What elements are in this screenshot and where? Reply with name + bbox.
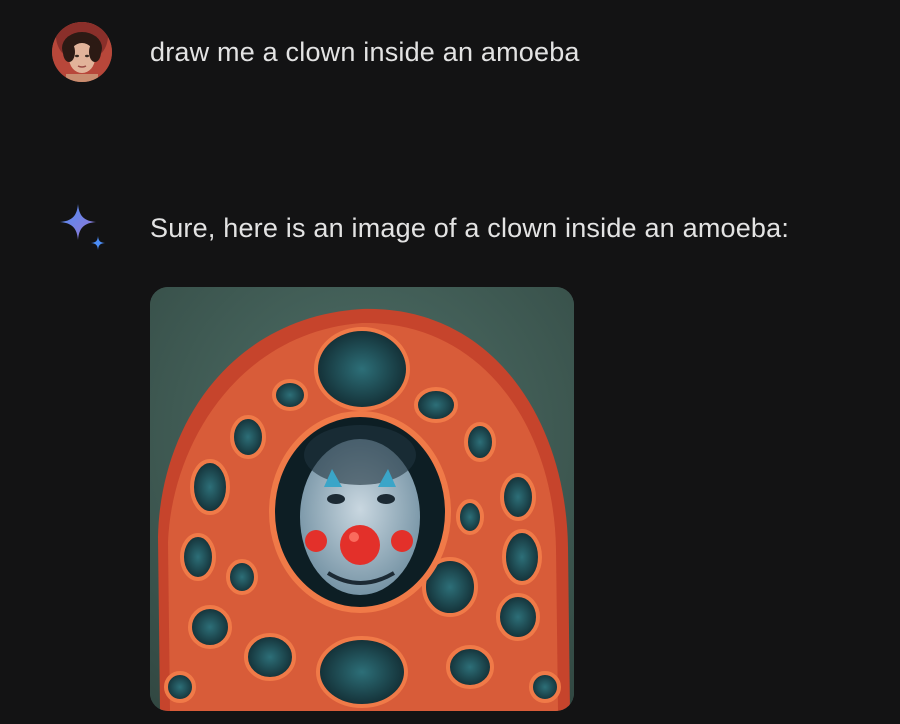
generated-image[interactable] (150, 287, 574, 711)
chat-conversation: draw me a clown inside an amoeba Sure, h… (0, 0, 900, 724)
assistant-message: Sure, here is an image of a clown inside… (56, 200, 789, 256)
user-message: draw me a clown inside an amoeba (52, 22, 580, 82)
user-prompt-text: draw me a clown inside an amoeba (150, 36, 580, 67)
sparkle-icon (56, 200, 112, 256)
user-avatar[interactable] (52, 22, 112, 82)
assistant-response-text: Sure, here is an image of a clown inside… (150, 212, 790, 243)
